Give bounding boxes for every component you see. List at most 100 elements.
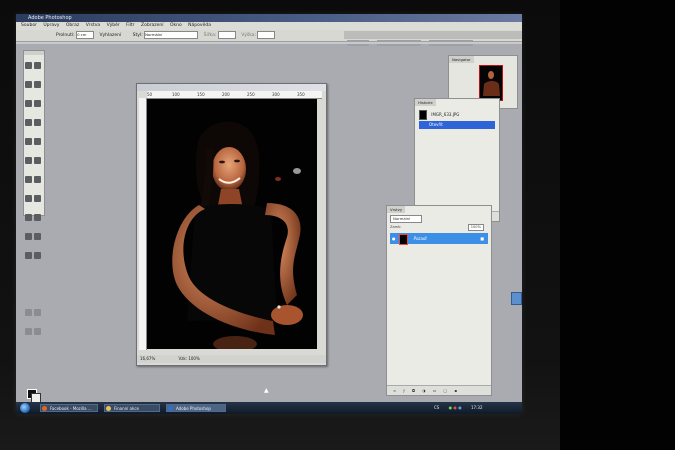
history-step-active[interactable]: Otevřít [419, 121, 495, 129]
document-window: 50 100 150 200 250 300 350 16,67% Vzk: 1… [136, 83, 327, 366]
history-snapshot[interactable]: IMGR_633.JPG [419, 110, 495, 120]
tray-security-icon[interactable]: ● [453, 405, 457, 410]
magic-wand-tool-icon[interactable] [34, 81, 41, 88]
menu-filtr[interactable]: Filtr [126, 23, 134, 28]
navigator-thumbnail[interactable] [479, 65, 503, 101]
layers-tab[interactable]: Vrstvy [387, 206, 406, 213]
standard-mode-icon[interactable] [34, 309, 41, 316]
feather-field[interactable]: 0 cm [76, 30, 95, 39]
blend-mode-select[interactable]: Normální [390, 215, 422, 223]
shape-tool-icon[interactable] [34, 214, 41, 221]
taskbar-item-firefox[interactable]: Facebook - Mozilla ... [40, 404, 98, 412]
gradient-tool-icon[interactable] [34, 157, 41, 164]
background-darkness [560, 0, 675, 450]
folder-icon [106, 406, 111, 411]
stamp-tool-icon[interactable] [25, 138, 32, 145]
eyedropper-tool-icon[interactable] [34, 233, 41, 240]
menu-obraz[interactable]: Obraz [66, 23, 79, 28]
taskbar-item-label: Finanní akce [114, 406, 139, 411]
clock[interactable]: 17:32 [471, 405, 483, 410]
blur-tool-icon[interactable] [25, 176, 32, 183]
document-title-bar[interactable] [137, 84, 326, 91]
history-brush-tool-icon[interactable] [34, 138, 41, 145]
new-group-icon[interactable]: ▭ [433, 388, 437, 393]
lasso-tool-icon[interactable] [25, 81, 32, 88]
photo-canvas[interactable] [147, 99, 317, 349]
notes-tool-icon[interactable] [25, 233, 32, 240]
layer-row[interactable]: ● Pozadí ■ [390, 233, 488, 245]
new-layer-icon[interactable]: ▢ [444, 388, 448, 393]
ruler-tick: 100 [172, 92, 180, 97]
height-label: Výška: [241, 33, 256, 38]
width-field[interactable] [217, 30, 236, 39]
screen-mode-icon[interactable] [25, 328, 32, 335]
crop-tool-icon[interactable] [25, 100, 32, 107]
taskbar-item-label: Facebook - Mozilla ... [50, 406, 92, 411]
visibility-eye-icon[interactable]: ● [392, 233, 398, 244]
style-label: Styl: [132, 33, 143, 38]
marquee-tool-icon[interactable] [25, 62, 32, 69]
path-select-tool-icon[interactable] [25, 195, 32, 202]
style-select[interactable]: Normální [144, 30, 199, 39]
vertical-ruler [139, 98, 147, 350]
eraser-tool-icon[interactable] [25, 157, 32, 164]
layer-mask-icon[interactable]: ◘ [412, 388, 415, 393]
taskbar-item-photoshop[interactable]: Adobe Photoshop [166, 404, 226, 412]
layers-panel: Vrstvy Normální Zamk: 100% ● Pozadí ■ ∞ … [386, 205, 492, 396]
ruler-tick: 250 [247, 92, 255, 97]
menu-vrstva[interactable]: Vrstva [86, 23, 100, 28]
snapshot-thumbnail-icon [419, 110, 427, 120]
opacity-field[interactable]: 100% [467, 224, 484, 231]
navigator-tab[interactable]: Navigator [449, 56, 474, 63]
menu-upravy[interactable]: Úpravy [43, 23, 59, 28]
menu-soubor[interactable]: Soubor [21, 23, 37, 28]
toolbox [23, 50, 45, 403]
zoom-level[interactable]: 16,67% [140, 356, 155, 361]
ruler-tick: 50 [147, 92, 153, 97]
brush-tool-icon[interactable] [34, 119, 41, 126]
history-tab[interactable]: Historie [415, 99, 436, 106]
language-indicator[interactable]: CS [434, 405, 439, 410]
link-layers-icon[interactable]: ∞ [393, 388, 396, 393]
monitor-brand-logo [255, 421, 315, 433]
adjustment-layer-icon[interactable]: ◑ [422, 388, 425, 393]
menu-vyber[interactable]: Výběr [107, 23, 120, 28]
history-step-label: Otevřít [429, 122, 443, 127]
ruler-tick: 350 [297, 92, 305, 97]
delete-layer-icon[interactable]: ▪ [454, 388, 457, 393]
type-tool-icon[interactable] [34, 195, 41, 202]
tray-volume-icon[interactable]: ● [458, 405, 462, 410]
toolbox-grip[interactable] [24, 51, 44, 55]
slice-tool-icon[interactable] [34, 100, 41, 107]
taskbar-item-folder[interactable]: Finanní akce [104, 404, 160, 412]
menu-napoveda[interactable]: Nápověda [188, 23, 211, 28]
color-swatches [24, 264, 44, 403]
lock-icon: ■ [480, 236, 484, 241]
pen-tool-icon[interactable] [25, 214, 32, 221]
history-panel: Historie IMGR_633.JPG Otevřít [414, 98, 500, 222]
menu-bar: Soubor Úpravy Obraz Vrstva Výběr Filtr Z… [16, 22, 522, 30]
layer-style-icon[interactable]: ƒ [403, 388, 404, 393]
document-status-bar: 16,67% Vzk: 100% [137, 355, 326, 363]
dodge-tool-icon[interactable] [34, 176, 41, 183]
jump-to-imageready-icon[interactable] [34, 328, 41, 335]
hand-tool-icon[interactable] [25, 252, 32, 259]
menu-okno[interactable]: Okno [170, 23, 182, 28]
start-button[interactable] [20, 403, 30, 413]
healing-tool-icon[interactable] [25, 119, 32, 126]
menu-zobrazeni[interactable]: Zobrazení [141, 23, 164, 28]
layer-name: Pozadí [413, 236, 427, 241]
photo-portrait [147, 99, 317, 349]
tray-network-icon[interactable]: ● [449, 405, 453, 410]
taskbar: Facebook - Mozilla ... Finanní akce Adob… [16, 402, 522, 414]
antialias-checkbox-label[interactable]: Vyhlazení [100, 33, 122, 38]
sidebar-toggle-button[interactable] [511, 292, 522, 305]
move-tool-icon[interactable] [34, 62, 41, 69]
quick-mask-icon[interactable] [25, 309, 32, 316]
height-field[interactable] [257, 30, 276, 39]
taskbar-item-label: Adobe Photoshop [176, 406, 211, 411]
monitor-screen: Adobe Photoshop Soubor Úpravy Obraz Vrst… [16, 14, 522, 414]
lock-label: Zamk: [390, 225, 402, 229]
zoom-tool-icon[interactable] [34, 252, 41, 259]
navigator-preview [480, 66, 502, 100]
